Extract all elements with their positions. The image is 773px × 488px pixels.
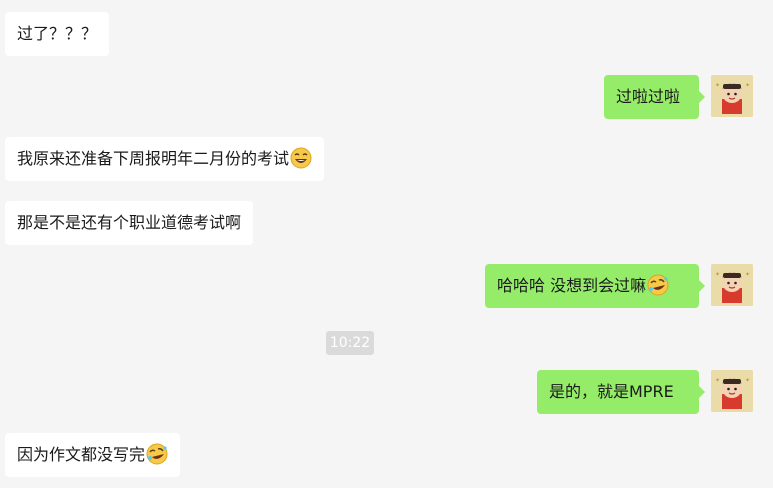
svg-text:✦: ✦ xyxy=(745,82,750,89)
message-text: 那是不是还有个职业道德考试啊 xyxy=(17,213,242,232)
avatar-image: ✦ ✦ xyxy=(711,370,753,412)
message-bubble-incoming[interactable]: 那是不是还有个职业道德考试啊 xyxy=(5,201,254,245)
message-bubble-incoming[interactable]: 过了？？？ xyxy=(5,12,110,56)
message-bubble-outgoing[interactable]: 过啦过啦 xyxy=(604,75,705,119)
message-text: 我原来还准备下周报明年二月份的考试 xyxy=(17,149,290,168)
avatar[interactable]: ✦ ✦ xyxy=(711,370,753,412)
message-bubble-outgoing[interactable]: 是的，就是MPRE xyxy=(537,370,705,414)
message-bubble-outgoing[interactable]: 哈哈哈 没想到会过嘛 xyxy=(485,264,705,308)
avatar[interactable]: ✦ ✦ xyxy=(711,75,753,117)
svg-text:✦: ✦ xyxy=(715,377,720,384)
message-text: 过啦过啦 xyxy=(616,87,681,106)
message-text: 是的，就是MPRE xyxy=(549,382,674,401)
avatar-image: ✦ ✦ xyxy=(711,264,753,306)
timestamp: 10:22 xyxy=(326,331,374,355)
rolling-laughing-emoji-icon xyxy=(146,443,168,465)
laughing-emoji-icon xyxy=(290,147,312,169)
message-text: 哈哈哈 没想到会过嘛 xyxy=(497,276,647,295)
svg-text:✦: ✦ xyxy=(715,271,720,278)
message-bubble-incoming[interactable]: 我原来还准备下周报明年二月份的考试 xyxy=(5,137,325,181)
svg-text:✦: ✦ xyxy=(745,271,750,278)
rolling-laughing-emoji-icon xyxy=(647,274,669,296)
message-bubble-incoming[interactable]: 因为作文都没写完 xyxy=(5,433,181,477)
svg-text:✦: ✦ xyxy=(715,82,720,89)
svg-text:✦: ✦ xyxy=(745,377,750,384)
avatar[interactable]: ✦ ✦ xyxy=(711,264,753,306)
avatar-image: ✦ ✦ xyxy=(711,75,753,117)
message-text: 过了？？？ xyxy=(17,24,98,43)
message-text: 因为作文都没写完 xyxy=(17,445,146,464)
